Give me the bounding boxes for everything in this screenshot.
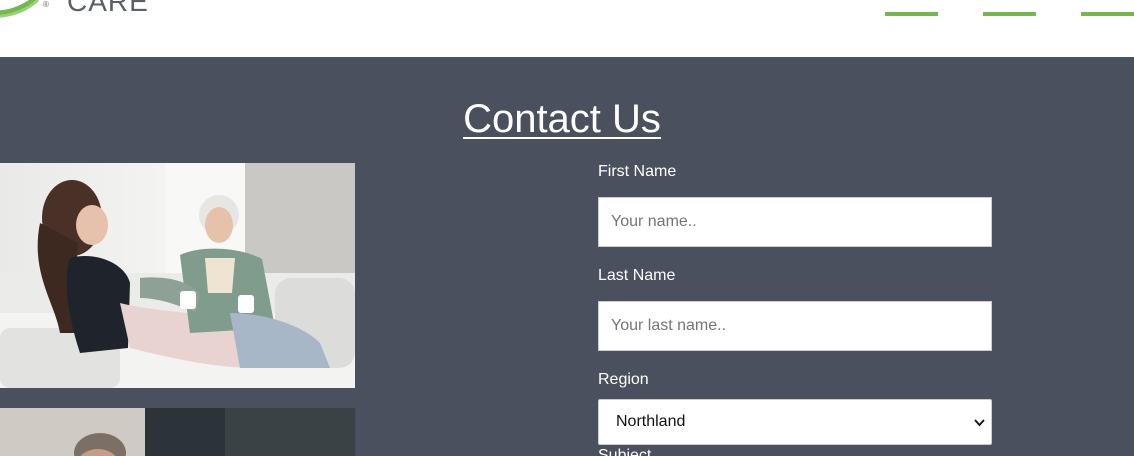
region-label: Region <box>598 371 649 388</box>
menu-bar-1[interactable] <box>885 12 938 16</box>
menu-bar-3[interactable] <box>1081 12 1134 16</box>
first-name-label: First Name <box>598 163 677 180</box>
photo-man <box>0 408 355 456</box>
last-name-label: Last Name <box>598 267 676 284</box>
first-name-input[interactable] <box>598 197 992 247</box>
photo-women-on-sofa <box>0 163 355 388</box>
region-selected-value: Northland <box>616 413 686 430</box>
contact-section: Contact Us First Name Your name.. Last N… <box>0 57 1134 456</box>
menu-bar-2[interactable] <box>983 12 1036 16</box>
chevron-down-icon <box>974 419 985 427</box>
logo-text[interactable]: CARE <box>67 0 149 18</box>
region-select[interactable]: Northland <box>598 399 992 445</box>
page-title: Contact Us <box>463 97 661 141</box>
subject-label: Subject <box>598 447 652 456</box>
site-header: ® CARE <box>0 0 1134 57</box>
logo-registered-mark: ® <box>43 0 49 9</box>
last-name-input[interactable] <box>598 301 992 351</box>
